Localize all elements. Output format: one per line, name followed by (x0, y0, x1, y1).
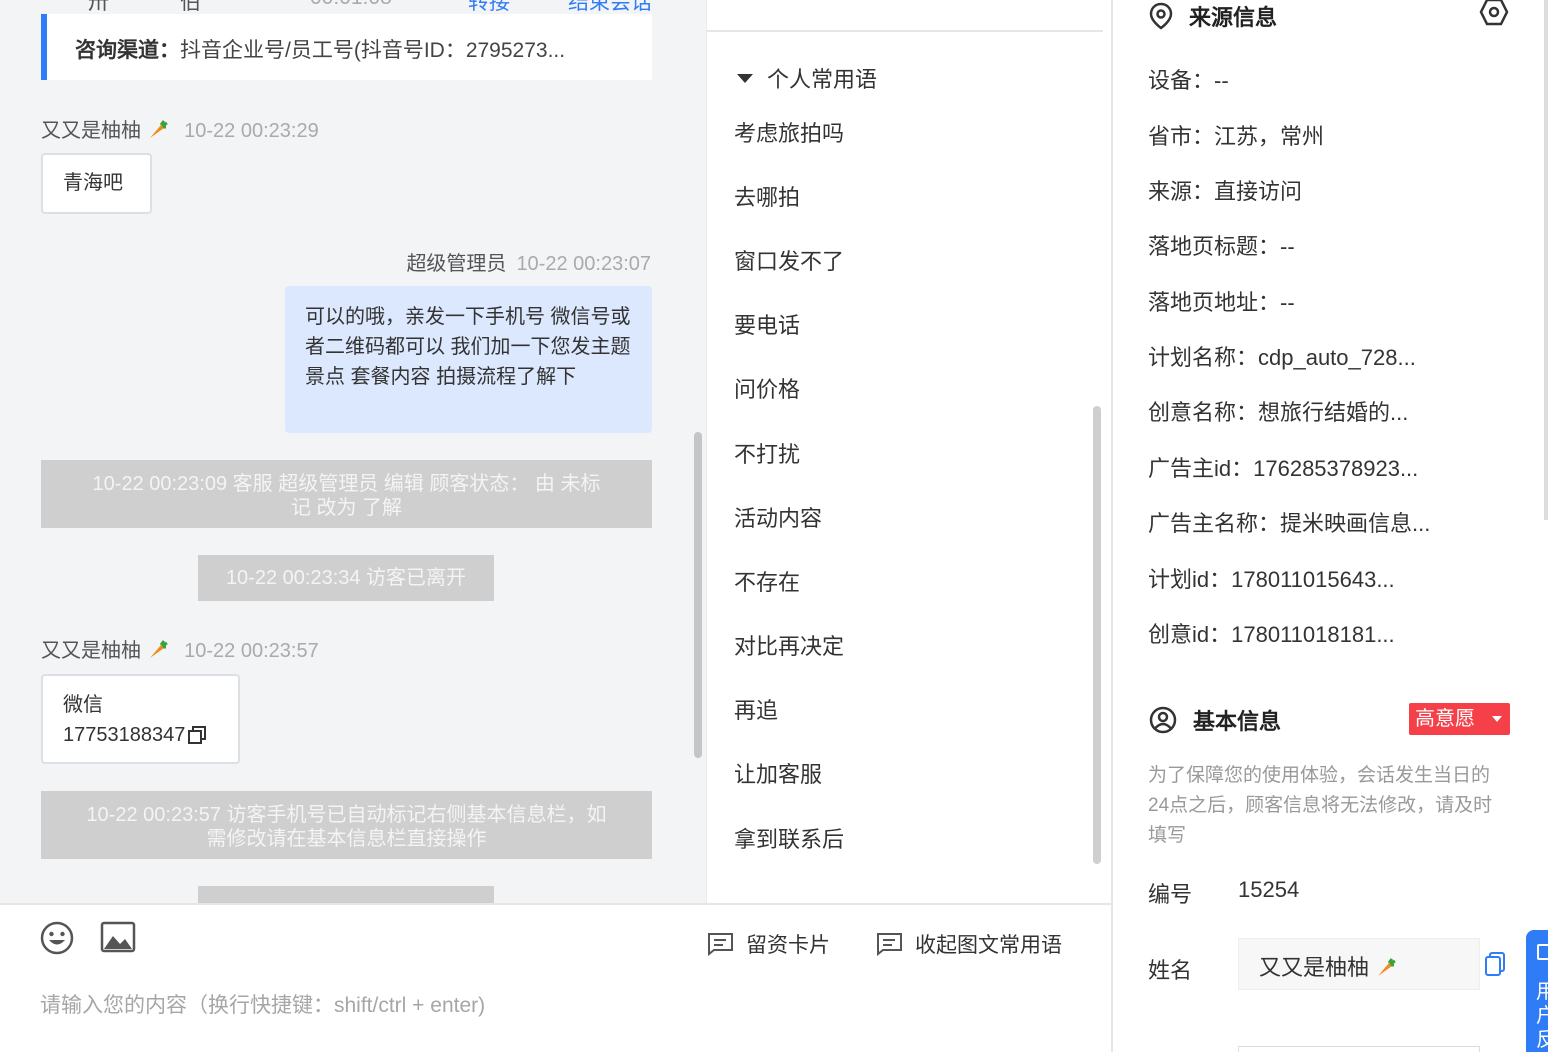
message-card-icon (708, 933, 733, 956)
message-meta: 又又是柚柚 10-22 00:23:29 (41, 114, 319, 143)
message-time: 10-22 00:23:07 (516, 253, 651, 275)
chat-scrollbar[interactable] (694, 432, 702, 758)
carrot-emoji-icon (1378, 958, 1396, 976)
common-phrases-panel: 个人常用语 考虑旅拍吗 去哪拍 窗口发不了 要电话 问价格 不打扰 活动内容 不… (706, 0, 1112, 903)
image-icon[interactable] (100, 921, 136, 953)
phrase-group-title: 个人常用语 (767, 67, 878, 92)
caret-down-icon (1492, 716, 1502, 722)
message-time: 10-22 00:23:57 (184, 640, 319, 662)
feedback-label: 用户反 (1536, 981, 1548, 1051)
message-input[interactable]: 请输入您的内容（换行快捷键：shift/ctrl + enter) (40, 989, 485, 1019)
sender-name: 又又是柚柚 (41, 640, 141, 662)
phrases-scrollbar[interactable] (1093, 406, 1101, 864)
emoji-icon[interactable] (40, 921, 74, 955)
phrase-item[interactable]: 窗口发不了 (734, 244, 844, 276)
system-message-partial (198, 886, 494, 903)
divider (707, 30, 1103, 32)
carrot-emoji-icon (149, 640, 168, 658)
collapse-phrases-label: 收起图文常用语 (915, 934, 1062, 957)
phrase-group-toggle[interactable]: 个人常用语 (737, 62, 877, 94)
copy-icon[interactable] (1484, 951, 1506, 977)
phrase-item[interactable]: 对比再决定 (734, 629, 844, 661)
info-plan-id: 计划id：178011015643... (1148, 567, 1395, 592)
phrase-item[interactable]: 让加客服 (734, 757, 822, 789)
basic-info-header: 基本信息 (1149, 704, 1281, 736)
source-info-title: 来源信息 (1189, 5, 1278, 30)
phrase-item[interactable]: 去哪拍 (734, 180, 800, 212)
message-card-icon (877, 933, 902, 956)
name-label: 姓名 (1148, 958, 1193, 983)
channel-value: 抖音企业号/员工号(抖音号ID：2795273... (180, 39, 566, 62)
info-source: 来源：直接访问 (1148, 179, 1303, 204)
message-line: 微信 (63, 694, 103, 716)
phone-number: 17753188347 (63, 724, 186, 746)
session-duration: 00:01:08 (310, 0, 392, 10)
collapse-phrases-button[interactable]: 收起图文常用语 (875, 929, 1062, 959)
system-message: 10-22 00:23:34 访客已离开 (198, 555, 494, 601)
info-plan-name: 计划名称：cdp_auto_728... (1148, 345, 1416, 370)
info-region: 省市：江苏，常州 (1148, 124, 1325, 149)
customer-info-panel: 来源信息 设备：-- 省市：江苏，常州 来源：直接访问 落地页标题：-- 落地页… (1113, 0, 1548, 1052)
source-info-header: 来源信息 (1149, 0, 1277, 32)
name-field[interactable]: 又又是柚柚 (1238, 938, 1480, 990)
system-message: 10-22 00:23:57 访客手机号已自动标记右侧基本信息栏，如 需修改请在… (41, 791, 652, 859)
lead-card-label: 留资卡片 (746, 934, 830, 957)
sender-name: 又又是柚柚 (41, 120, 141, 142)
number-value: 15254 (1238, 877, 1300, 902)
user-circle-icon (1149, 706, 1177, 734)
lead-card-button[interactable]: 留资卡片 (706, 929, 830, 959)
caret-down-icon (737, 73, 753, 83)
next-field-partial[interactable] (1238, 1046, 1480, 1052)
phrase-item[interactable]: 考虑旅拍吗 (734, 116, 844, 148)
settings-hex-icon[interactable] (1479, 0, 1509, 26)
system-message: 10-22 00:23:09 客服 超级管理员 编辑 顾客状态： 由 未标 记 … (41, 460, 652, 528)
consult-channel: 咨询渠道：抖音企业号/员工号(抖音号ID：2795273... (41, 14, 652, 80)
checkbox-icon (1537, 944, 1548, 960)
info-advertiser-id: 广告主id：176285378923... (1148, 456, 1419, 481)
phrase-item[interactable]: 不打扰 (734, 437, 800, 469)
intent-dropdown[interactable]: 高意愿 (1409, 703, 1510, 735)
visitor-message-bubble: 青海吧 (41, 153, 152, 214)
phrase-item[interactable]: 不存在 (734, 565, 800, 597)
phrase-item[interactable]: 活动内容 (734, 501, 822, 533)
phrase-item[interactable]: 问价格 (734, 372, 800, 404)
message-time: 10-22 00:23:29 (184, 120, 319, 142)
intent-value: 高意愿 (1415, 708, 1475, 730)
phrase-item[interactable]: 拿到联系后 (734, 822, 844, 854)
channel-label: 咨询渠道： (75, 39, 180, 62)
info-landing-url: 落地页地址：-- (1148, 290, 1295, 315)
message-meta: 超级管理员 10-22 00:23:07 (406, 247, 651, 276)
chat-panel[interactable]: 卅 伯 00:01:08 转接 结束会话 咨询渠道：抖音企业号/员工号(抖音号I… (0, 0, 706, 903)
sender-name: 超级管理员 (406, 253, 507, 275)
carrot-emoji-icon (149, 120, 168, 138)
message-input-area: 留资卡片 收起图文常用语 请输入您的内容（换行快捷键：shift/ctrl + … (0, 903, 1112, 1052)
phrase-item[interactable]: 要电话 (734, 308, 800, 340)
name-value: 又又是柚柚 (1259, 955, 1370, 980)
number-label: 编号 (1148, 882, 1193, 907)
agent-message-bubble: 可以的哦，亲发一下手机号 微信号或者二维码都可以 我们加一下您发主题景点 套餐内… (285, 286, 652, 433)
info-device: 设备：-- (1148, 68, 1229, 93)
session-header-clipped: 卅 伯 00:01:08 转接 结束会话 (0, 0, 706, 14)
basic-info-title: 基本信息 (1193, 709, 1282, 734)
info-advertiser-name: 广告主名称：提米映画信息... (1148, 511, 1431, 536)
location-pin-icon (1149, 2, 1173, 30)
info-landing-title: 落地页标题：-- (1148, 234, 1295, 259)
edit-notice: 为了保障您的使用体验，会话发生当日的24点之后，顾客信息将无法修改，请及时填写 (1148, 765, 1493, 846)
visitor-message-bubble: 微信 17753188347 (41, 674, 240, 764)
info-scrollbar[interactable] (1544, 0, 1548, 520)
feedback-float-tab[interactable]: 用户反 (1526, 930, 1548, 1052)
info-creative-id: 创意id：178011018181... (1148, 622, 1395, 647)
message-meta: 又又是柚柚 10-22 00:23:57 (41, 634, 319, 663)
phrase-item[interactable]: 再追 (734, 693, 778, 725)
info-creative-name: 创意名称：想旅行结婚的... (1148, 400, 1409, 425)
copy-icon[interactable] (187, 725, 207, 745)
